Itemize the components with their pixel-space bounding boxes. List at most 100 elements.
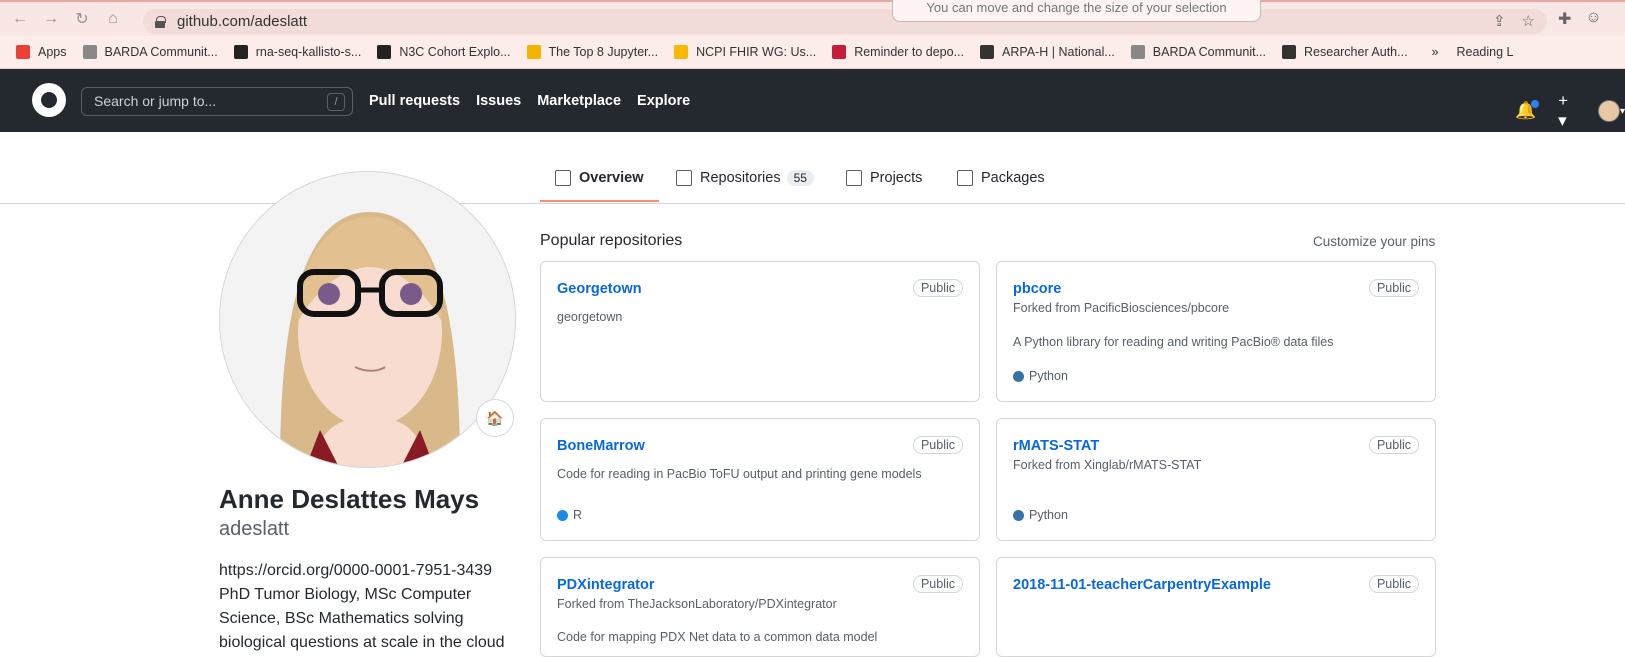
extensions-icon[interactable]: ✚ (1558, 9, 1571, 29)
tab-repositories[interactable]: Repositories 55 (676, 170, 814, 186)
repo-description: A Python library for reading and writing… (1013, 335, 1334, 349)
language-color-dot (1013, 370, 1024, 382)
bookmark-item[interactable]: Reminder to depo... (832, 45, 964, 59)
language-color-dot (557, 509, 568, 521)
customize-pins-link[interactable]: Customize your pins (1313, 234, 1435, 249)
share-icon[interactable]: ⇪ (1493, 12, 1506, 30)
nav-pull-requests[interactable]: Pull requests (369, 93, 460, 109)
avatar (1597, 100, 1620, 122)
bookmark-item[interactable]: N3C Cohort Explo... (377, 45, 511, 59)
language: Python (1013, 369, 1068, 383)
url-text: github.com/adeslatt (177, 13, 308, 30)
favicon-icon (1130, 45, 1145, 59)
repo-card: Georgetown Public georgetown (540, 261, 980, 402)
visibility-badge: Public (912, 436, 963, 454)
tab-overview[interactable]: Overview (555, 170, 644, 186)
visibility-badge: Public (1368, 279, 1419, 297)
repo-name-link[interactable]: BoneMarrow (557, 438, 645, 454)
back-icon[interactable]: ← (9, 8, 31, 30)
bookmark-item[interactable]: NCPI FHIR WG: Us... (674, 45, 816, 59)
profile-tabs: Overview Repositories 55 Projects Package… (0, 132, 1625, 204)
visibility-badge: Public (912, 279, 963, 297)
bookmark-item[interactable]: The Top 8 Jupyter... (526, 45, 658, 59)
repo-name-link[interactable]: rMATS-STAT (1013, 438, 1099, 454)
repo-description: Code for mapping PDX Net data to a commo… (557, 630, 878, 644)
section-title: Popular repositories (540, 232, 683, 249)
book-icon (555, 170, 571, 186)
bio-line: PhD Tumor Biology, MSc Computer (219, 586, 472, 603)
repo-card: pbcore Public Forked from PacificBioscie… (996, 261, 1436, 402)
bookmark-item[interactable]: Researcher Auth... (1282, 45, 1408, 59)
github-logo-icon[interactable] (32, 83, 66, 117)
bookmark-item[interactable]: BARDA Communit... (1130, 45, 1266, 59)
repo-card: BoneMarrow Public Code for reading in Pa… (540, 418, 980, 541)
slash-shortcut-icon: / (327, 93, 345, 111)
repo-name-link[interactable]: Georgetown (557, 281, 642, 297)
bookmark-apps[interactable]: Apps (16, 45, 67, 59)
repo-name-link[interactable]: pbcore (1013, 281, 1061, 297)
repo-count-badge: 55 (786, 170, 814, 186)
profile-icon[interactable]: ☺ (1585, 9, 1601, 29)
bookmark-item[interactable]: ARPA-H | National... (980, 45, 1115, 59)
search-placeholder: Search or jump to... (94, 93, 217, 109)
home-icon[interactable]: ⌂ (102, 8, 124, 30)
package-icon (957, 170, 973, 186)
repo-card: 2018-11-01-teacherCarpentryExample Publi… (996, 557, 1436, 657)
bookmark-item[interactable]: rna-seq-kallisto-s... (233, 45, 361, 59)
address-bar[interactable]: github.com/adeslatt ⇪ ☆ (143, 9, 1547, 34)
language-color-dot (1013, 509, 1024, 521)
favicon-icon (674, 45, 689, 59)
create-new-plus-icon[interactable]: + ▾ (1558, 91, 1576, 131)
reading-list-button[interactable]: Reading L (1457, 45, 1514, 59)
visibility-badge: Public (1368, 575, 1419, 593)
favicon-icon (526, 45, 541, 59)
repo-card: PDXintegrator Public Forked from TheJack… (540, 557, 980, 657)
profile-name: Anne Deslattes Mays (219, 484, 480, 514)
header-actions: 🔔 + ▾ ▾ (1515, 91, 1625, 131)
star-icon[interactable]: ☆ (1522, 12, 1535, 30)
profile-avatar[interactable] (219, 171, 516, 468)
profile-login: adeslatt (219, 518, 290, 540)
repo-name-link[interactable]: 2018-11-01-teacherCarpentryExample (1013, 577, 1271, 593)
repo-description: Code for reading in PacBio ToFU output a… (557, 467, 922, 481)
repo-name-link[interactable]: PDXintegrator (557, 577, 655, 593)
active-tab-indicator (540, 200, 659, 202)
nav-issues[interactable]: Issues (476, 93, 521, 109)
fork-source[interactable]: Forked from PacificBiosciences/pbcore (1013, 301, 1229, 315)
screenshot-tooltip: You can move and change the size of your… (892, 0, 1261, 22)
fork-source[interactable]: Forked from TheJacksonLaboratory/PDXinte… (557, 597, 837, 611)
favicon-icon (377, 45, 392, 59)
favicon-icon (980, 45, 994, 59)
reload-icon[interactable]: ↻ (71, 8, 93, 30)
bio-line: Science, BSc Mathematics solving (219, 610, 464, 627)
tab-packages[interactable]: Packages (957, 170, 1045, 186)
notification-bell-icon[interactable]: 🔔 (1515, 100, 1540, 121)
nav-marketplace[interactable]: Marketplace (537, 93, 621, 109)
search-input[interactable]: Search or jump to... / (81, 87, 353, 116)
table-icon (846, 170, 862, 186)
favicon-icon (233, 45, 248, 59)
bio-line[interactable]: https://orcid.org/0000-0001-7951-3439 (219, 559, 519, 583)
favicon-icon (1282, 45, 1297, 59)
favicon-icon (832, 45, 847, 59)
language: R (557, 508, 582, 522)
fork-source[interactable]: Forked from Xinglab/rMATS-STAT (1013, 458, 1201, 472)
repo-card: rMATS-STAT Public Forked from Xinglab/rM… (996, 418, 1436, 541)
language: Python (1013, 508, 1068, 522)
bookmark-item[interactable]: BARDA Communit... (82, 45, 218, 59)
bookmarks-overflow-icon[interactable]: » (1432, 45, 1439, 59)
repo-description: georgetown (557, 310, 623, 324)
status-emoji-button[interactable]: 🏠 (476, 399, 514, 437)
forward-icon[interactable]: → (40, 8, 62, 30)
bio-line: biological questions at scale in the clo… (219, 634, 505, 651)
browser-toolbar: ← → ↻ ⌂ github.com/adeslatt ⇪ ☆ ✚ ☺ You ca… (0, 0, 1625, 36)
profile-bio: https://orcid.org/0000-0001-7951-3439 Ph… (219, 559, 519, 655)
bookmarks-bar: Apps BARDA Communit... rna-seq-kallisto-s.… (0, 36, 1625, 69)
nav-explore[interactable]: Explore (637, 93, 690, 109)
tab-projects[interactable]: Projects (846, 170, 922, 186)
user-menu-avatar[interactable]: ▾ (1597, 100, 1625, 122)
visibility-badge: Public (912, 575, 963, 593)
repo-icon (676, 170, 692, 186)
lock-icon (155, 15, 166, 28)
apps-grid-icon (16, 45, 30, 59)
